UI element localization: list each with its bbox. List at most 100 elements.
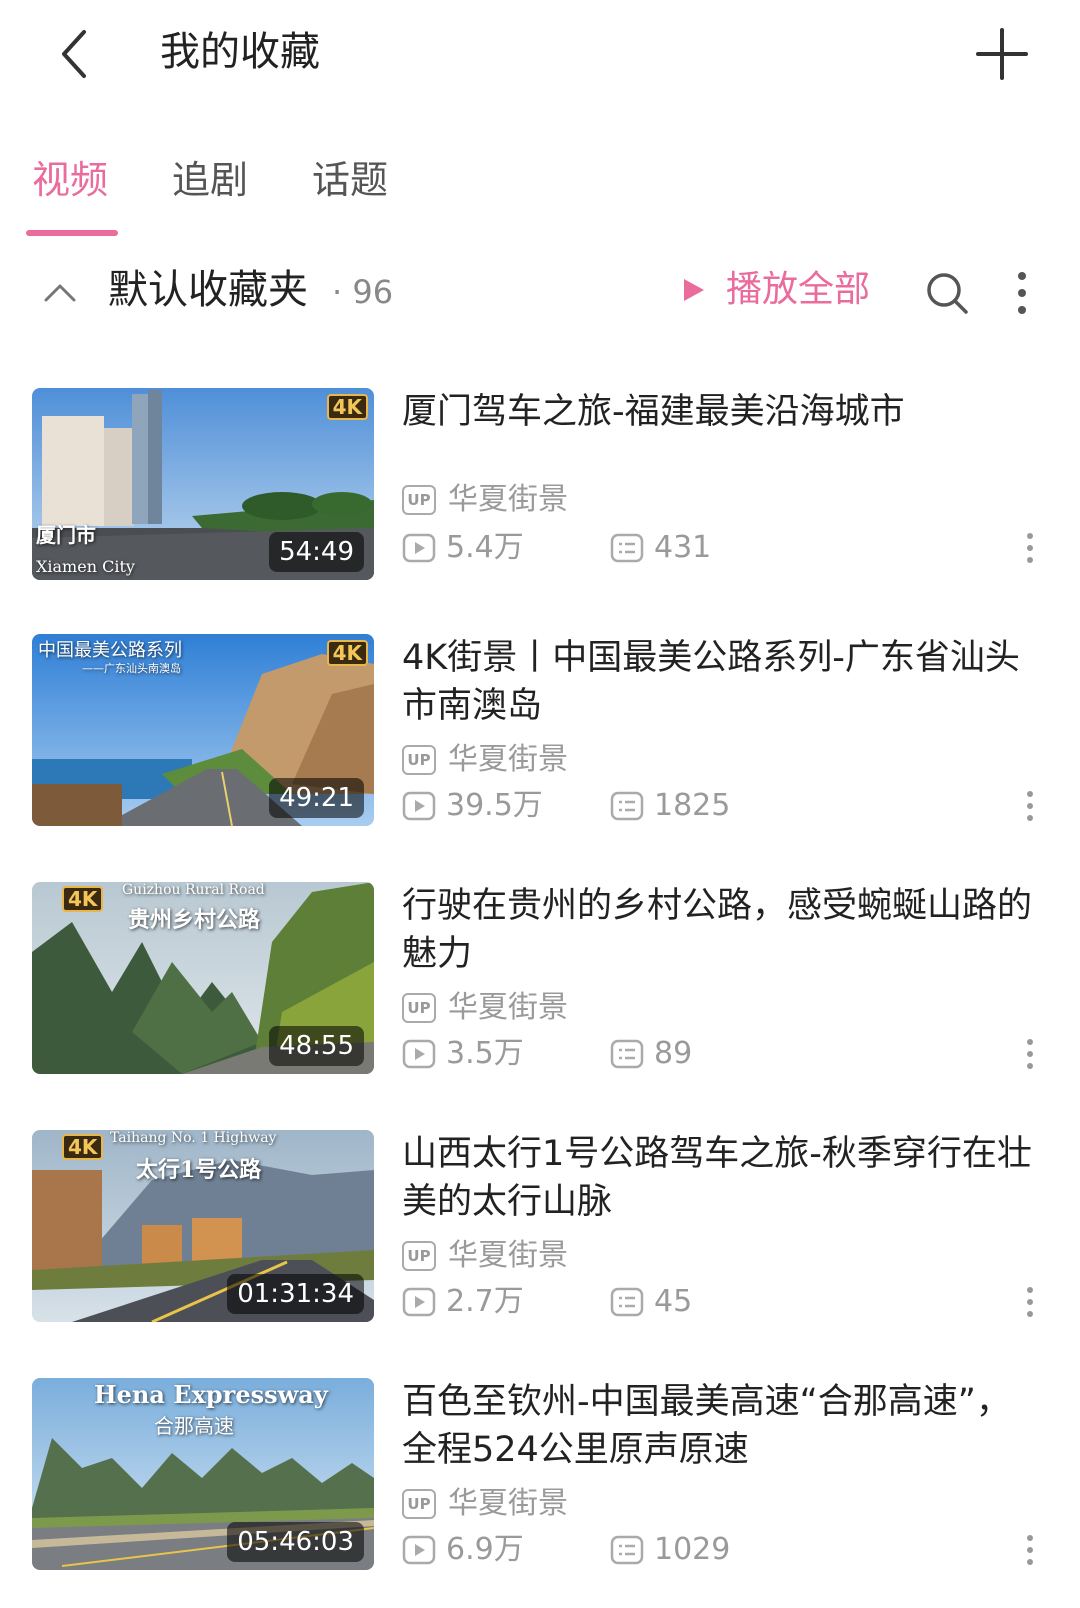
video-title[interactable]: 行驶在贵州的乡村公路，感受蜿蜒山路的魅力	[402, 882, 1042, 978]
back-button[interactable]	[54, 22, 104, 86]
video-author[interactable]: UP 华夏街景	[402, 1234, 568, 1278]
tab-topics[interactable]: 话题	[312, 152, 388, 208]
play-count-icon	[402, 1535, 436, 1565]
video-more-button[interactable]	[1020, 1282, 1040, 1322]
thumbnail-subcaption: Guizhou Rural Road	[122, 882, 265, 898]
video-author[interactable]: UP 华夏街景	[402, 1482, 568, 1526]
author-name: 华夏街景	[448, 482, 568, 517]
video-duration: 48:55	[269, 1026, 364, 1066]
view-count: 3.5万	[402, 1032, 524, 1076]
video-item[interactable]: 4K Taihang No. 1 Highway 太行1号公路 01:31:34…	[0, 1130, 1080, 1330]
video-author[interactable]: UP 华夏街景	[402, 738, 568, 782]
video-stats: 39.5万 1825	[402, 784, 730, 828]
folder-header: 默认收藏夹 · 96 播放全部	[0, 258, 1080, 328]
video-author[interactable]: UP 华夏街景	[402, 986, 568, 1030]
video-thumbnail[interactable]: 4K Taihang No. 1 Highway 太行1号公路 01:31:34	[32, 1130, 374, 1322]
4k-badge: 4K	[62, 886, 104, 912]
more-vertical-icon	[1027, 533, 1033, 563]
thumbnail-subcaption: Taihang No. 1 Highway	[110, 1130, 277, 1146]
play-icon	[684, 279, 704, 301]
play-count-icon	[402, 1039, 436, 1069]
thumbnail-caption: 中国最美公路系列	[38, 640, 182, 661]
video-item[interactable]: 4K Guizhou Rural Road 贵州乡村公路 48:55 行驶在贵州…	[0, 882, 1080, 1082]
page-title: 我的收藏	[160, 29, 320, 75]
plus-icon	[976, 28, 1028, 80]
comment-count: 431	[610, 526, 711, 570]
view-count: 5.4万	[402, 526, 524, 570]
video-more-button[interactable]	[1020, 1034, 1040, 1074]
search-button[interactable]	[924, 270, 970, 316]
active-tab-indicator	[26, 230, 118, 236]
thumbnail-subcaption: Xiamen City	[36, 557, 135, 576]
more-vertical-icon	[1018, 272, 1026, 314]
more-vertical-icon	[1027, 791, 1033, 821]
video-thumbnail[interactable]: 中国最美公路系列 ——广东汕头南澳岛 4K 49:21	[32, 634, 374, 826]
more-vertical-icon	[1027, 1535, 1033, 1565]
author-name: 华夏街景	[448, 742, 568, 777]
danmaku-icon	[610, 1535, 644, 1565]
thumbnail-caption: 厦门市	[36, 523, 96, 547]
play-count-icon	[402, 1287, 436, 1317]
header-bar: 我的收藏	[0, 0, 1080, 110]
more-vertical-icon	[1027, 1287, 1033, 1317]
tab-bar: 视频 追剧 话题	[0, 140, 1080, 240]
video-title[interactable]: 厦门驾车之旅-福建最美沿海城市	[402, 388, 1042, 436]
danmaku-icon	[610, 1287, 644, 1317]
chevron-left-icon	[62, 30, 86, 78]
play-all-button[interactable]: 播放全部	[680, 262, 870, 318]
video-item[interactable]: 厦门市 Xiamen City 4K 54:49 厦门驾车之旅-福建最美沿海城市…	[0, 388, 1080, 588]
play-count-icon	[402, 533, 436, 563]
add-button[interactable]	[972, 24, 1032, 84]
video-duration: 49:21	[269, 778, 364, 818]
comment-count: 1029	[610, 1528, 730, 1572]
tab-series[interactable]: 追剧	[172, 152, 248, 208]
danmaku-icon	[610, 1039, 644, 1069]
up-icon: UP	[402, 1241, 436, 1271]
thumbnail-caption: 贵州乡村公路	[128, 907, 261, 933]
video-more-button[interactable]	[1020, 1530, 1040, 1570]
video-stats: 5.4万 431	[402, 526, 711, 570]
video-thumbnail[interactable]: 厦门市 Xiamen City 4K 54:49	[32, 388, 374, 580]
4k-badge: 4K	[62, 1134, 104, 1160]
video-duration: 54:49	[269, 532, 364, 572]
video-stats: 6.9万 1029	[402, 1528, 730, 1572]
video-more-button[interactable]	[1020, 786, 1040, 826]
thumbnail-subcaption: Hena Expressway	[94, 1380, 328, 1409]
folder-name[interactable]: 默认收藏夹	[108, 262, 308, 318]
video-title[interactable]: 山西太行1号公路驾车之旅-秋季穿行在壮美的太行山脉	[402, 1130, 1042, 1226]
danmaku-icon	[610, 533, 644, 563]
4k-badge: 4K	[326, 394, 368, 420]
video-title[interactable]: 4K街景丨中国最美公路系列-广东省汕头市南澳岛	[402, 634, 1042, 730]
thumbnail-caption: 太行1号公路	[136, 1157, 262, 1183]
video-stats: 2.7万 45	[402, 1280, 692, 1324]
video-thumbnail[interactable]: Hena Expressway 合那高速 05:46:03	[32, 1378, 374, 1570]
4k-badge: 4K	[326, 640, 368, 666]
comment-count: 45	[610, 1280, 692, 1324]
video-duration: 01:31:34	[227, 1274, 364, 1314]
thumbnail-caption: 合那高速	[154, 1414, 234, 1438]
collapse-toggle[interactable]	[40, 272, 80, 312]
thumbnail-subcaption: ——广东汕头南澳岛	[82, 662, 181, 675]
view-count: 39.5万	[402, 784, 543, 828]
author-name: 华夏街景	[448, 1486, 568, 1521]
more-vertical-icon	[1027, 1039, 1033, 1069]
up-icon: UP	[402, 745, 436, 775]
video-author[interactable]: UP 华夏街景	[402, 478, 568, 522]
comment-count: 1825	[610, 784, 730, 828]
view-count: 6.9万	[402, 1528, 524, 1572]
up-icon: UP	[402, 993, 436, 1023]
video-thumbnail[interactable]: 4K Guizhou Rural Road 贵州乡村公路 48:55	[32, 882, 374, 1074]
play-all-label: 播放全部	[726, 269, 871, 310]
author-name: 华夏街景	[448, 1238, 568, 1273]
video-item[interactable]: Hena Expressway 合那高速 05:46:03 百色至钦州-中国最美…	[0, 1378, 1080, 1578]
folder-more-button[interactable]	[1010, 266, 1034, 320]
chevron-up-icon	[44, 284, 76, 302]
search-icon	[927, 273, 968, 314]
tab-videos[interactable]: 视频	[32, 152, 108, 208]
video-more-button[interactable]	[1020, 528, 1040, 568]
video-stats: 3.5万 89	[402, 1032, 692, 1076]
video-title[interactable]: 百色至钦州-中国最美高速“合那高速”，全程524公里原声原速	[402, 1378, 1042, 1474]
video-duration: 05:46:03	[227, 1522, 364, 1562]
video-item[interactable]: 中国最美公路系列 ——广东汕头南澳岛 4K 49:21 4K街景丨中国最美公路系…	[0, 634, 1080, 834]
view-count: 2.7万	[402, 1280, 524, 1324]
